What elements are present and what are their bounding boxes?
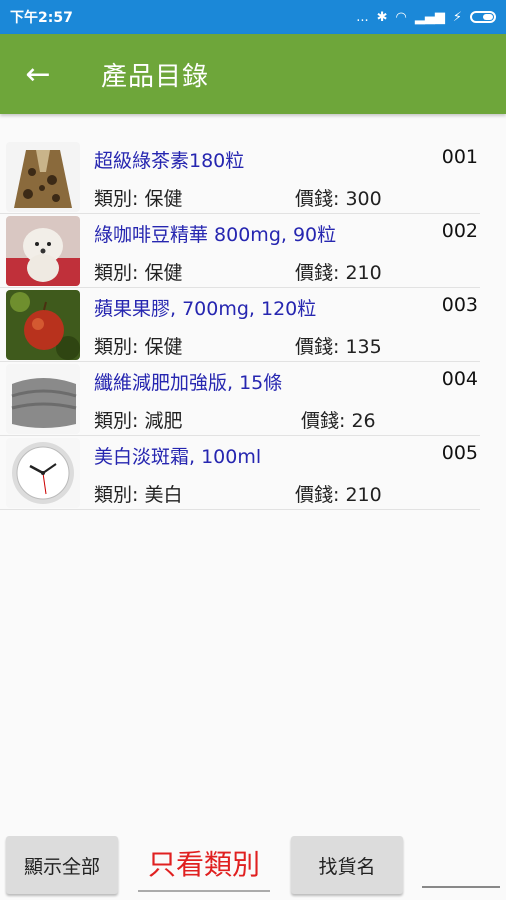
product-name: 蘋果果膠, 700mg, 120粒 — [94, 298, 317, 320]
product-price: 價錢: 26 — [301, 410, 376, 432]
battery-icon — [470, 11, 496, 23]
product-name: 超級綠茶素180粒 — [94, 150, 245, 172]
wifi-icon: ◠ — [395, 9, 407, 25]
product-price: 價錢: 300 — [295, 188, 382, 210]
list-item[interactable]: 綠咖啡豆精華 800mg, 90粒 002 類別: 保健 價錢: 210 — [0, 214, 480, 288]
product-price: 價錢: 135 — [295, 336, 382, 358]
list-item[interactable]: 超級綠茶素180粒 001 類別: 保健 價錢: 300 — [0, 140, 480, 214]
dog-image — [6, 216, 80, 286]
status-bar: 下午2:57 ... ✱ ◠ ▂▄▆ ⚡ — [0, 0, 506, 34]
jacket-image — [6, 142, 80, 212]
product-code: 003 — [441, 294, 478, 316]
charging-icon: ⚡ — [452, 9, 462, 25]
product-category: 類別: 保健 — [94, 262, 183, 284]
status-icons: ... ✱ ◠ ▂▄▆ ⚡ — [356, 10, 496, 25]
product-name: 綠咖啡豆精華 800mg, 90粒 — [94, 224, 337, 246]
product-name: 纖維減肥加強版, 15條 — [94, 372, 283, 394]
status-time: 下午2:57 — [10, 10, 73, 26]
bluetooth-icon: ✱ — [376, 9, 388, 25]
bottom-bar: 顯示全部 只看類別 找貨名 — [0, 832, 506, 900]
list-item[interactable]: 纖維減肥加強版, 15條 004 類別: 減肥 價錢: 26 — [0, 362, 480, 436]
product-code: 005 — [441, 442, 478, 464]
show-all-button[interactable]: 顯示全部 — [6, 836, 118, 894]
search-input[interactable] — [422, 886, 500, 888]
product-name: 美白淡斑霜, 100ml — [94, 446, 262, 468]
page-title: 產品目錄 — [101, 61, 210, 92]
product-code: 001 — [441, 146, 478, 168]
product-list: 超級綠茶素180粒 001 類別: 保健 價錢: 300 綠咖啡豆精華 800m… — [0, 140, 480, 510]
product-category: 類別: 保健 — [94, 188, 183, 210]
product-code: 002 — [441, 220, 478, 242]
more-dots-icon: ... — [356, 9, 369, 25]
product-price: 價錢: 210 — [295, 262, 382, 284]
clock-image — [6, 438, 80, 508]
towel-image — [6, 364, 80, 434]
product-category: 類別: 保健 — [94, 336, 183, 358]
find-name-button[interactable]: 找貨名 — [291, 836, 403, 894]
product-category: 類別: 美白 — [94, 484, 183, 506]
signal-icon: ▂▄▆ — [414, 9, 445, 25]
app-bar: ← 產品目錄 — [0, 34, 506, 114]
filter-by-category-button[interactable]: 只看類別 — [138, 836, 270, 892]
product-category: 類別: 減肥 — [94, 410, 183, 432]
back-arrow-icon[interactable]: ← — [0, 34, 76, 114]
product-price: 價錢: 210 — [295, 484, 382, 506]
list-item[interactable]: 蘋果果膠, 700mg, 120粒 003 類別: 保健 價錢: 135 — [0, 288, 480, 362]
list-item[interactable]: 美白淡斑霜, 100ml 005 類別: 美白 價錢: 210 — [0, 436, 480, 510]
apple-image — [6, 290, 80, 360]
product-code: 004 — [441, 368, 478, 390]
